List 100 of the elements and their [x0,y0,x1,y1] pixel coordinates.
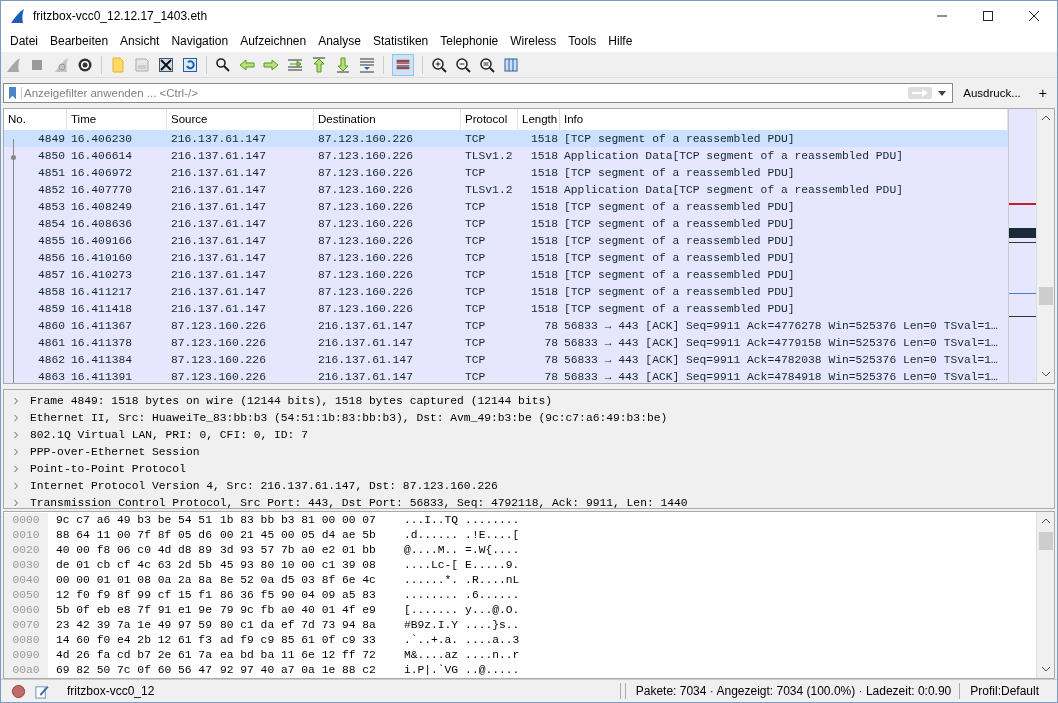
restart-icon[interactable] [53,56,69,73]
bookmark-icon[interactable] [8,86,17,100]
menu-item[interactable]: Statistiken [366,34,435,48]
expand-chevron-icon[interactable] [12,413,20,422]
close-icon[interactable] [1029,10,1039,21]
packet-row[interactable]: 4850 16.406614 216.137.61.147 87.123.160.226 TLSv1.2 1518 Application Data[TCP segment of a reassembled PDU] [4,147,1008,164]
dropdown-arrow-icon[interactable] [938,90,947,96]
menu-item[interactable]: Tools [562,34,603,48]
menu-item[interactable]: Aufzeichnen [234,34,313,48]
scrollbar[interactable] [1036,512,1054,678]
capture-status-icon[interactable] [11,683,26,699]
hex-bytes: 00 00 01 01 08 0a 2a 8a [56,573,212,588]
resize-columns-icon[interactable] [503,56,519,73]
expand-chevron-icon[interactable] [12,481,20,490]
hex-bytes: 4d 26 fa cd b7 2e 61 7a [56,648,212,663]
packet-row[interactable]: 4861 16.411378 87.123.160.226 216.137.61.147 TCP 78 56833 → 443 [ACK] Seq=9911 Ack=4779158 Win=525376 Len=0 TSval=1… [4,334,1008,351]
byte-offset: 0030 [12,558,40,573]
display-filter-box[interactable]: Anzeigefilter anwenden ... <Ctrl-/> [3,83,954,103]
scroll-thumb[interactable] [1038,532,1053,550]
hex-bytes: 80 c1 da ef 7d 73 94 8a [219,618,376,633]
scroll-down-icon[interactable] [1040,371,1051,377]
scroll-up-icon[interactable] [1040,518,1051,524]
scroll-up-icon[interactable] [1040,115,1051,121]
packet-row[interactable]: 4849 16.406230 216.137.61.147 87.123.160.226 TCP 1518 [TCP segment of a reassembled PDU] [4,130,1008,147]
zoom-out-icon[interactable] [455,56,471,73]
packet-minimap[interactable] [1008,109,1036,383]
scrollbar[interactable] [1036,109,1054,383]
expand-chevron-icon[interactable] [12,464,20,473]
packet-row[interactable]: 4859 16.411418 216.137.61.147 87.123.160.226 TCP 1518 [TCP segment of a reassembled PDU] [4,300,1008,317]
menu-item[interactable]: Wireless [504,34,563,48]
ascii-bytes: .6...... [465,588,520,603]
colorize-icon[interactable] [392,53,414,76]
search-icon[interactable] [215,56,231,73]
packet-row[interactable]: 4852 16.407770 216.137.61.147 87.123.160.226 TLSv1.2 1518 Application Data[TCP segment of a reassembled PDU] [4,181,1008,198]
packet-statistics: Pakete: 7034 · Angezeigt: 7034 (100.0%) · Ladezeit: 0:0.90 [634,684,953,698]
menu-item[interactable]: Datei [4,34,44,48]
packet-row[interactable]: 4851 16.406972 216.137.61.147 87.123.160.226 TCP 1518 [TCP segment of a reassembled PDU] [4,164,1008,181]
protocol-tree-item[interactable]: Internet Protocol Version 4, Src: 216.137.61.147, Dst: 87.123.160.226 [30,479,498,492]
add-filter-button[interactable]: + [1030,85,1055,101]
menu-item[interactable]: Navigation [165,34,235,48]
expression-button[interactable]: Ausdruck... [957,87,1027,99]
protocol-tree-item[interactable]: Point-to-Point Protocol [30,462,186,475]
ascii-bytes: ........ [465,513,520,528]
auto-scroll-icon[interactable] [359,56,375,73]
protocol-tree-item[interactable]: Frame 4849: 1518 bytes on wire (12144 bits), 1518 bytes captured (12144 bits) [30,394,552,407]
close-file-icon[interactable] [158,56,174,73]
zoom-reset-icon[interactable] [479,56,495,73]
hex-bytes: 8e 52 0a d5 03 8f 6e 4c [219,573,376,588]
packet-row[interactable]: 4853 16.408249 216.137.61.147 87.123.160.226 TCP 1518 [TCP segment of a reassembled PDU] [4,198,1008,215]
ascii-bytes: E.....9. [465,558,520,573]
packet-row[interactable]: 4855 16.409166 216.137.61.147 87.123.160.226 TCP 1518 [TCP segment of a reassembled PDU] [4,232,1008,249]
edit-comment-icon[interactable] [34,683,49,699]
expand-chevron-icon[interactable] [12,498,20,507]
last-packet-icon[interactable] [335,56,351,73]
protocol-tree-item[interactable]: PPP-over-Ethernet Session [30,445,200,458]
menu-item[interactable]: Bearbeiten [44,34,115,48]
hex-bytes: 86 36 f5 90 04 09 a5 83 [219,588,376,603]
go-to-packet-icon[interactable] [287,56,303,73]
maximize-icon[interactable] [983,10,993,21]
forward-arrow-icon[interactable] [263,56,279,73]
packet-row[interactable]: 4854 16.408636 216.137.61.147 87.123.160.226 TCP 1518 [TCP segment of a reassembled PDU] [4,215,1008,232]
packet-row[interactable]: 4858 16.411217 216.137.61.147 87.123.160.226 TCP 1518 [TCP segment of a reassembled PDU] [4,283,1008,300]
menu-item[interactable]: Ansicht [114,34,166,48]
zoom-in-icon[interactable] [431,56,447,73]
expand-chevron-icon[interactable] [12,447,20,456]
expand-chevron-icon[interactable] [12,430,20,439]
ascii-bytes: .R....nL [465,573,520,588]
protocol-tree-item[interactable]: 802.1Q Virtual LAN, PRI: 0, CFI: 0, ID: 7 [30,428,308,441]
reload-icon[interactable] [182,56,198,73]
ascii-bytes: #B9z.I.Y [403,618,459,633]
byte-offset: 0010 [12,528,40,543]
hex-bytes: ad f9 c9 85 61 0f c9 33 [219,633,376,648]
shark-fin-icon[interactable] [5,56,21,73]
expand-chevron-icon[interactable] [12,396,20,405]
ascii-bytes: =.W{.... [465,543,520,558]
settings-icon[interactable] [77,56,93,73]
first-packet-icon[interactable] [311,56,327,73]
back-arrow-icon[interactable] [239,56,255,73]
ascii-bytes: .`..+.a. [403,633,459,648]
byte-offset: 00a0 [12,663,40,678]
menu-item[interactable]: Telephonie [434,34,505,48]
menu-item[interactable]: Analyse [312,34,367,48]
byte-offset: 0080 [12,633,40,648]
hex-bytes: 69 82 50 7c 0f 60 56 47 [56,663,212,678]
menu-item[interactable]: Hilfe [602,34,639,48]
packet-row[interactable]: 4862 16.411384 87.123.160.226 216.137.61.147 TCP 78 56833 → 443 [ACK] Seq=9911 Ack=4782038 Win=525376 Len=0 TSval=1… [4,351,1008,368]
packet-row[interactable]: 4856 16.410160 216.137.61.147 87.123.160.226 TCP 1518 [TCP segment of a reassembled PDU] [4,249,1008,266]
packet-row[interactable]: 4863 16.411391 87.123.160.226 216.137.61.147 TCP 78 56833 → 443 [ACK] Seq=9911 Ack=4784918 Win=525376 Len=0 TSval=1… [4,368,1008,383]
ascii-bytes: M&....az [403,648,459,663]
packet-row[interactable]: 4857 16.410273 216.137.61.147 87.123.160.226 TCP 1518 [TCP segment of a reassembled PDU] [4,266,1008,283]
profile-label[interactable]: Profil:Default [962,684,1057,698]
scroll-thumb[interactable] [1038,287,1053,305]
hex-bytes: 14 60 f0 e4 2b 12 61 f3 [56,633,212,648]
packet-row[interactable]: 4860 16.411367 87.123.160.226 216.137.61.147 TCP 78 56833 → 443 [ACK] Seq=9911 Ack=4776278 Win=525376 Len=0 TSval=1… [4,317,1008,334]
ascii-bytes: @....M.. [403,543,459,558]
display-filter-field[interactable]: Anzeigefilter anwenden ... <Ctrl-/> [21,87,909,99]
protocol-tree-item[interactable]: Ethernet II, Src: HuaweiTe_83:bb:b3 (54:51:1b:83:bb:b3), Dst: Avm_49:b3:be (9c:c7:a6:49:b3:be) [30,411,668,424]
protocol-tree-item[interactable]: Transmission Control Protocol, Src Port: 443, Dst Port: 56833, Seq: 4792118, Ack: 9911, Len: 1440 [30,496,688,509]
hex-bytes: de 01 cb cf 4c 63 2d 5b [56,558,212,573]
scroll-down-icon[interactable] [1040,666,1051,672]
